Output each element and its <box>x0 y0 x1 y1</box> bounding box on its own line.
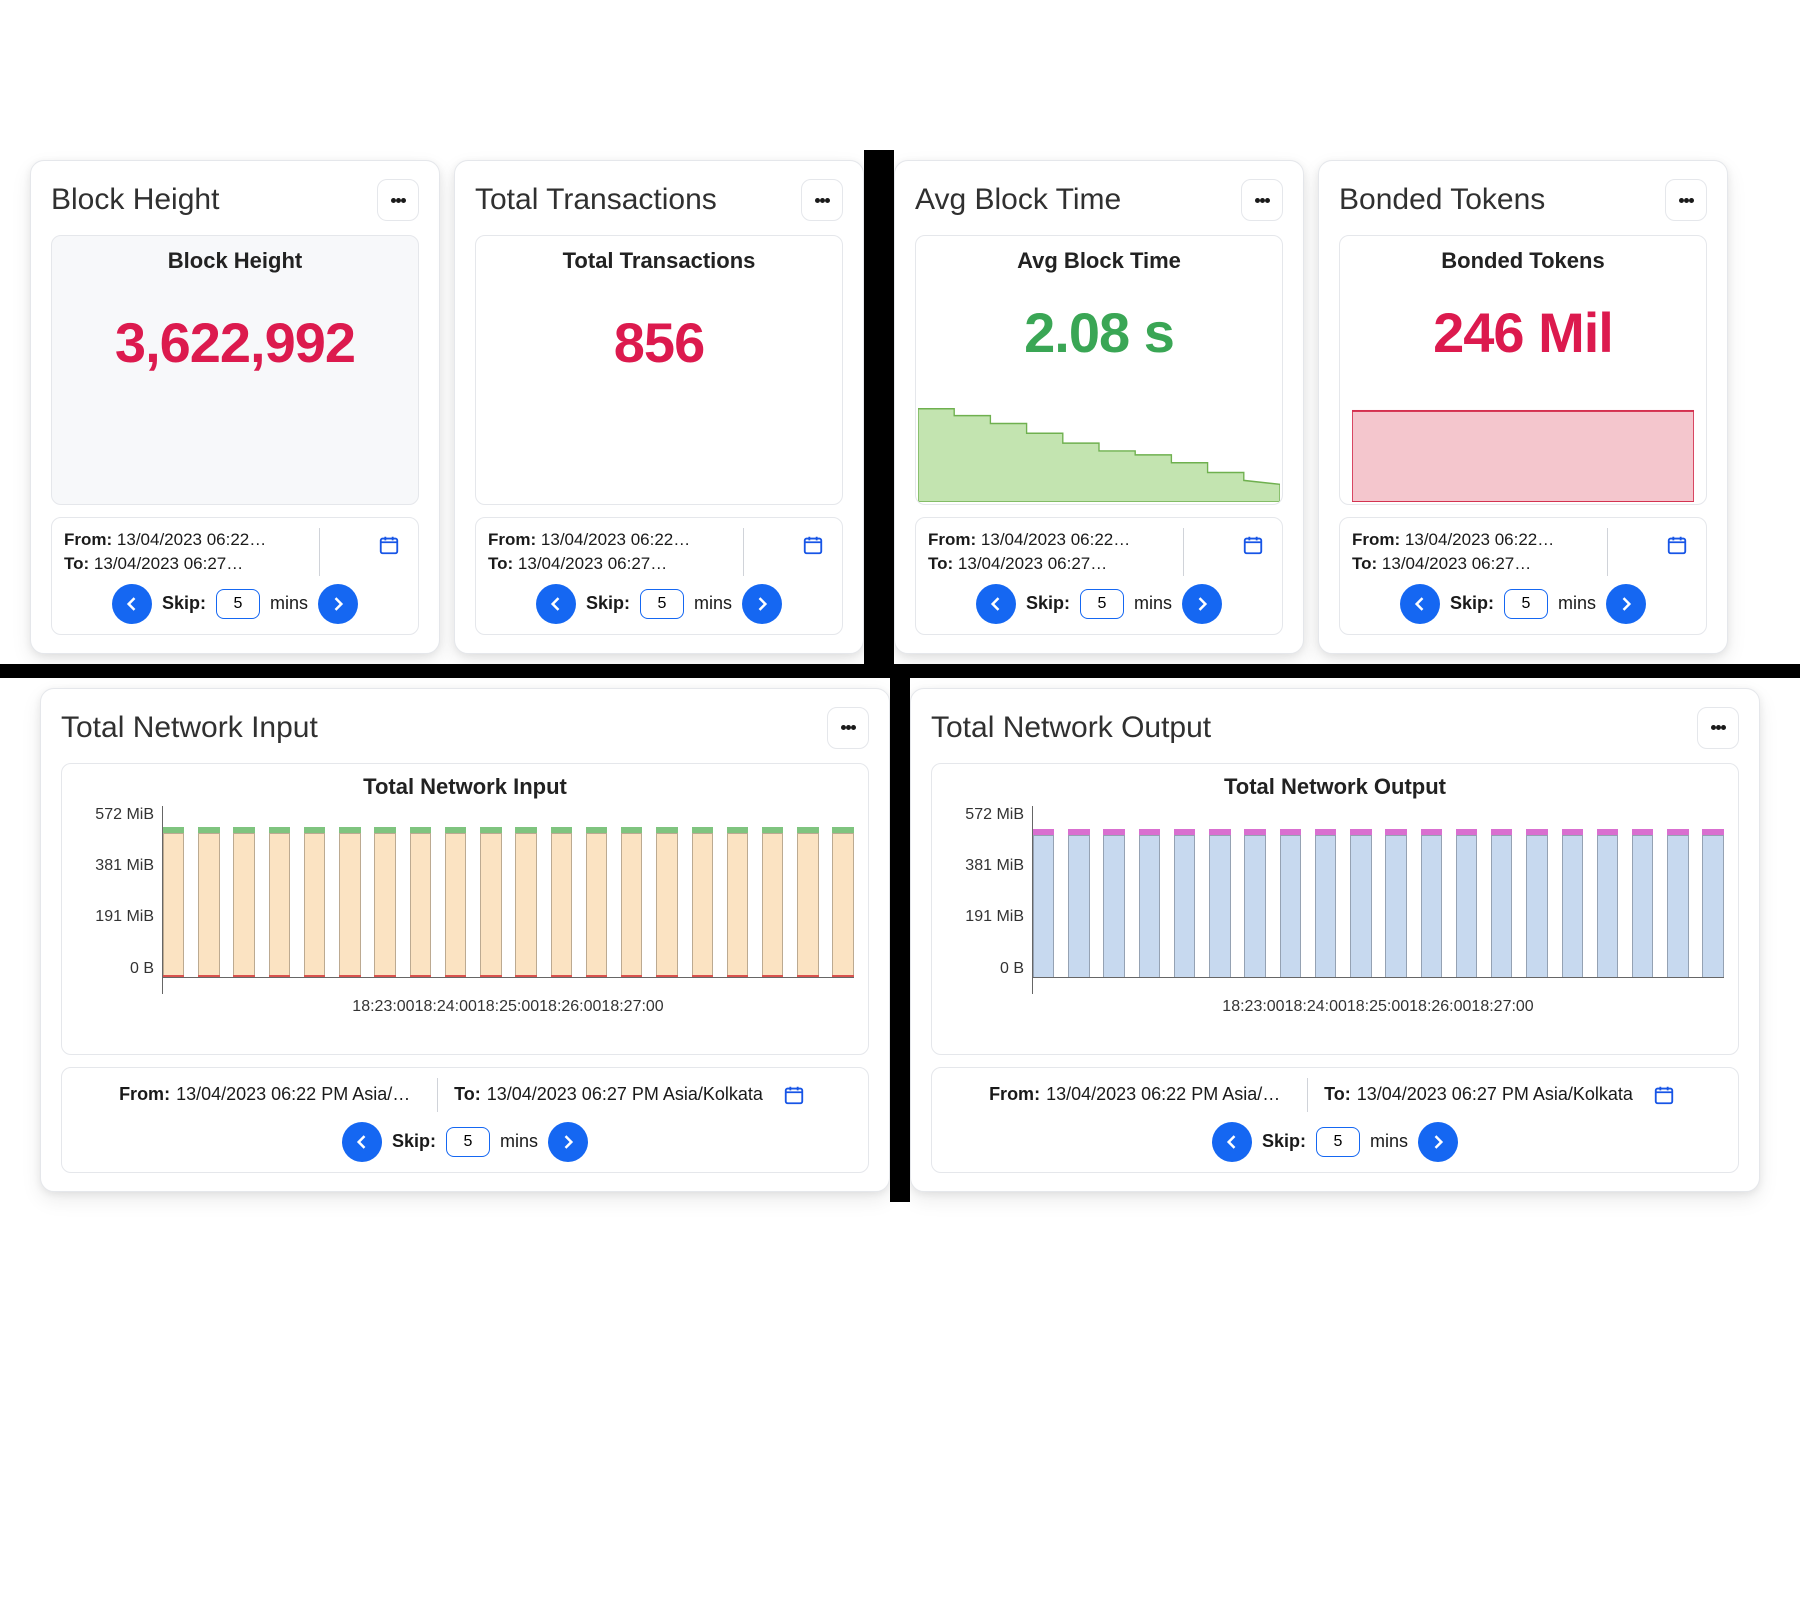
card-title: Total Network Input <box>61 711 318 745</box>
calendar-icon[interactable] <box>372 528 406 562</box>
card-title: Avg Block Time <box>915 183 1121 217</box>
chart-title: Total Network Output <box>1224 774 1446 800</box>
kebab-menu-button[interactable] <box>1241 179 1283 221</box>
skip-back-button[interactable] <box>1212 1122 1252 1162</box>
divider <box>743 528 744 576</box>
skip-input[interactable] <box>216 589 260 619</box>
metric-value: 246 Mil <box>1433 300 1613 365</box>
card-title: Bonded Tokens <box>1339 183 1545 217</box>
time-range-footer: From: 13/04/2023 06:22 PM Asi... To: 13/… <box>1339 517 1707 635</box>
kebab-menu-button[interactable] <box>377 179 419 221</box>
metric-panel: Block Height 3,622,992 <box>51 235 419 505</box>
skip-forward-button[interactable] <box>1182 584 1222 624</box>
skip-unit: mins <box>1134 593 1172 614</box>
divider <box>1607 528 1608 576</box>
card-bonded-tokens: Bonded Tokens Bonded Tokens 246 Mil <box>1318 160 1728 654</box>
metric-title: Block Height <box>168 248 302 274</box>
skip-unit: mins <box>694 593 732 614</box>
skip-label: Skip: <box>1026 593 1070 614</box>
chart-panel: Total Network Output 572 MiB 381 MiB 191… <box>931 763 1739 1055</box>
metric-value: 856 <box>614 310 704 375</box>
skip-unit: mins <box>270 593 308 614</box>
skip-unit: mins <box>1558 593 1596 614</box>
kebab-menu-button[interactable] <box>1697 707 1739 749</box>
skip-input[interactable] <box>1080 589 1124 619</box>
card-block-height: Block Height Block Height 3,622,992 From… <box>30 160 440 654</box>
divider <box>1183 528 1184 576</box>
skip-input[interactable] <box>1504 589 1548 619</box>
x-axis-labels: 18:23:00 18:24:00 18:25:00 18:26:00 18:2… <box>1136 998 1533 1016</box>
time-range-text: From: 13/04/2023 06:22 PM Asi... To: 13/… <box>928 528 1131 576</box>
y-axis-labels: 572 MiB 381 MiB 191 MiB 0 B <box>76 806 162 994</box>
calendar-icon[interactable] <box>777 1078 811 1112</box>
skip-label: Skip: <box>1450 593 1494 614</box>
skip-label: Skip: <box>1262 1131 1306 1152</box>
to-text: To: 13/04/2023 06:27 PM Asia/Kolkata <box>454 1084 763 1105</box>
time-range-footer: From: 13/04/2023 06:22 PM Asi... To: 13/… <box>475 517 843 635</box>
skip-forward-button[interactable] <box>548 1122 588 1162</box>
metric-panel: Avg Block Time 2.08 s <box>915 235 1283 505</box>
time-range-footer: From: 13/04/2023 06:22 PM Asi... To: 13/… <box>915 517 1283 635</box>
divider <box>437 1078 438 1112</box>
skip-unit: mins <box>500 1131 538 1152</box>
metric-title: Avg Block Time <box>1017 248 1181 274</box>
skip-back-button[interactable] <box>342 1122 382 1162</box>
calendar-icon[interactable] <box>796 528 830 562</box>
x-axis-labels: 18:23:00 18:24:00 18:25:00 18:26:00 18:2… <box>266 998 663 1016</box>
card-total-transactions: Total Transactions Total Transactions 85… <box>454 160 864 654</box>
skip-forward-button[interactable] <box>1606 584 1646 624</box>
time-range-footer: From: 13/04/2023 06:22 PM Asia/Kolk... T… <box>931 1067 1739 1173</box>
skip-label: Skip: <box>392 1131 436 1152</box>
kebab-menu-button[interactable] <box>827 707 869 749</box>
to-text: To: 13/04/2023 06:27 PM Asia/Kolkata <box>1324 1084 1633 1105</box>
calendar-icon[interactable] <box>1236 528 1270 562</box>
calendar-icon[interactable] <box>1647 1078 1681 1112</box>
card-network-output: Total Network Output Total Network Outpu… <box>910 688 1760 1192</box>
time-range-text: From: 13/04/2023 06:22 PM Asi... To: 13/… <box>488 528 691 576</box>
bar-chart-net-out: 572 MiB 381 MiB 191 MiB 0 B <box>946 806 1724 994</box>
horizontal-divider <box>0 664 1800 678</box>
from-text: From: 13/04/2023 06:22 PM Asia/Kolk... <box>989 1084 1291 1105</box>
divider <box>1307 1078 1308 1112</box>
metric-panel: Bonded Tokens 246 Mil <box>1339 235 1707 505</box>
card-title: Total Network Output <box>931 711 1211 745</box>
divider <box>319 528 320 576</box>
chart-title: Total Network Input <box>363 774 567 800</box>
skip-back-button[interactable] <box>1400 584 1440 624</box>
skip-label: Skip: <box>162 593 206 614</box>
bar-chart-net-in: 572 MiB 381 MiB 191 MiB 0 B <box>76 806 854 994</box>
skip-input[interactable] <box>1316 1127 1360 1157</box>
skip-back-button[interactable] <box>536 584 576 624</box>
bonded-tokens-spark <box>1340 409 1706 504</box>
metric-value: 2.08 s <box>1024 300 1174 365</box>
from-text: From: 13/04/2023 06:22 PM Asia/Kolk... <box>119 1084 421 1105</box>
avg-block-time-spark <box>916 394 1282 504</box>
skip-forward-button[interactable] <box>318 584 358 624</box>
skip-unit: mins <box>1370 1131 1408 1152</box>
skip-input[interactable] <box>640 589 684 619</box>
skip-forward-button[interactable] <box>1418 1122 1458 1162</box>
skip-forward-button[interactable] <box>742 584 782 624</box>
card-network-input: Total Network Input Total Network Input … <box>40 688 890 1192</box>
card-avg-block-time: Avg Block Time Avg Block Time 2.08 s <box>894 160 1304 654</box>
metric-value: 3,622,992 <box>115 310 355 375</box>
kebab-menu-button[interactable] <box>801 179 843 221</box>
time-range-text: From: 13/04/2023 06:22 PM Asi... To: 13/… <box>64 528 267 576</box>
time-range-footer: From: 13/04/2023 06:22 PM Asia/Kolk... T… <box>61 1067 869 1173</box>
chart-panel: Total Network Input 572 MiB 381 MiB 191 … <box>61 763 869 1055</box>
skip-back-button[interactable] <box>976 584 1016 624</box>
skip-input[interactable] <box>446 1127 490 1157</box>
metric-panel: Total Transactions 856 <box>475 235 843 505</box>
calendar-icon[interactable] <box>1660 528 1694 562</box>
metric-title: Total Transactions <box>563 248 756 274</box>
card-title: Total Transactions <box>475 183 717 217</box>
skip-label: Skip: <box>586 593 630 614</box>
skip-back-button[interactable] <box>112 584 152 624</box>
kebab-menu-button[interactable] <box>1665 179 1707 221</box>
card-title: Block Height <box>51 183 219 217</box>
y-axis-labels: 572 MiB 381 MiB 191 MiB 0 B <box>946 806 1032 994</box>
time-range-text: From: 13/04/2023 06:22 PM Asi... To: 13/… <box>1352 528 1555 576</box>
time-range-footer: From: 13/04/2023 06:22 PM Asi... To: 13/… <box>51 517 419 635</box>
metric-title: Bonded Tokens <box>1441 248 1604 274</box>
